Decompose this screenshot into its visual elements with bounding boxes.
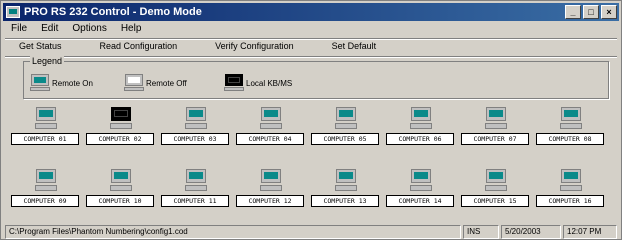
computer-icon[interactable] xyxy=(560,169,582,193)
computer-tile[interactable]: COMPUTER 08 xyxy=(536,105,604,153)
maximize-button[interactable]: □ xyxy=(583,5,599,19)
computer-icon[interactable] xyxy=(410,169,432,193)
computer-label: COMPUTER 03 xyxy=(161,133,229,145)
window-title: PRO RS 232 Control - Demo Mode xyxy=(24,6,202,18)
app-icon xyxy=(6,6,20,18)
computer-tile[interactable]: COMPUTER 09 xyxy=(11,167,79,215)
computer-label: COMPUTER 11 xyxy=(161,195,229,207)
status-time: 12:07 PM xyxy=(563,225,617,239)
menu-options[interactable]: Options xyxy=(72,23,106,37)
computer-tile[interactable]: COMPUTER 03 xyxy=(161,105,229,153)
legend-label: Remote On xyxy=(52,78,93,88)
close-button[interactable]: × xyxy=(601,5,617,19)
computer-tile[interactable]: COMPUTER 14 xyxy=(386,167,454,215)
computer-tile[interactable]: COMPUTER 07 xyxy=(461,105,529,153)
computer-label: COMPUTER 12 xyxy=(236,195,304,207)
legend-group: Legend Remote On Remote Off Local KB/MS xyxy=(23,56,609,99)
computer-icon[interactable] xyxy=(335,169,357,193)
computer-tile[interactable]: COMPUTER 13 xyxy=(311,167,379,215)
computer-tile[interactable]: COMPUTER 01 xyxy=(11,105,79,153)
legend-title: Legend xyxy=(30,56,65,66)
menu-bar: File Edit Options Help xyxy=(5,23,141,37)
computer-tile[interactable]: COMPUTER 10 xyxy=(86,167,154,215)
computer-label: COMPUTER 02 xyxy=(86,133,154,145)
computer-tile[interactable]: COMPUTER 04 xyxy=(236,105,304,153)
local-computer-icon xyxy=(224,74,244,92)
computer-label: COMPUTER 08 xyxy=(536,133,604,145)
computer-icon[interactable] xyxy=(185,169,207,193)
computer-tile[interactable]: COMPUTER 05 xyxy=(311,105,379,153)
computer-tile[interactable]: COMPUTER 06 xyxy=(386,105,454,153)
set-default-button[interactable]: Set Default xyxy=(332,41,377,57)
computer-icon[interactable] xyxy=(485,169,507,193)
computer-tile[interactable]: COMPUTER 11 xyxy=(161,167,229,215)
computer-icon[interactable] xyxy=(35,107,57,131)
toolbar-separator xyxy=(5,56,617,58)
main-window: PRO RS 232 Control - Demo Mode _ □ × Fil… xyxy=(0,0,622,240)
computer-tile[interactable]: COMPUTER 12 xyxy=(236,167,304,215)
computer-label: COMPUTER 09 xyxy=(11,195,79,207)
remote-on-computer-icon xyxy=(30,74,50,92)
status-bar: C:\Program Files\Phantom Numbering\confi… xyxy=(5,225,617,239)
legend-label: Remote Off xyxy=(146,78,187,88)
menu-help[interactable]: Help xyxy=(121,23,142,37)
computer-tile[interactable]: COMPUTER 16 xyxy=(536,167,604,215)
title-bar: PRO RS 232 Control - Demo Mode _ □ × xyxy=(3,3,619,21)
computer-label: COMPUTER 10 xyxy=(86,195,154,207)
legend-label: Local KB/MS xyxy=(246,78,293,88)
computer-icon[interactable] xyxy=(260,107,282,131)
computer-icon[interactable] xyxy=(185,107,207,131)
status-file-path: C:\Program Files\Phantom Numbering\confi… xyxy=(5,225,461,239)
remote-off-computer-icon xyxy=(124,74,144,92)
menu-separator xyxy=(5,38,617,40)
computer-icon[interactable] xyxy=(335,107,357,131)
computer-label: COMPUTER 01 xyxy=(11,133,79,145)
computer-label: COMPUTER 14 xyxy=(386,195,454,207)
computer-label: COMPUTER 06 xyxy=(386,133,454,145)
computer-grid: COMPUTER 01 COMPUTER 02 COMPUTER 03 COMPUTE… xyxy=(5,105,617,227)
computer-label: COMPUTER 07 xyxy=(461,133,529,145)
computer-icon[interactable] xyxy=(485,107,507,131)
toolbar: Get Status Read Configuration Verify Con… xyxy=(5,41,400,57)
computer-icon[interactable] xyxy=(35,169,57,193)
computer-icon[interactable] xyxy=(410,107,432,131)
computer-label: COMPUTER 05 xyxy=(311,133,379,145)
minimize-button[interactable]: _ xyxy=(565,5,581,19)
legend-item-remote-off: Remote Off xyxy=(124,74,187,92)
computer-tile[interactable]: COMPUTER 15 xyxy=(461,167,529,215)
computer-tile[interactable]: COMPUTER 02 xyxy=(86,105,154,153)
get-status-button[interactable]: Get Status xyxy=(19,41,62,57)
legend-item-remote-on: Remote On xyxy=(30,74,93,92)
computer-label: COMPUTER 15 xyxy=(461,195,529,207)
status-ins: INS xyxy=(463,225,499,239)
computer-icon[interactable] xyxy=(110,107,132,131)
computer-label: COMPUTER 13 xyxy=(311,195,379,207)
menu-edit[interactable]: Edit xyxy=(41,23,58,37)
computer-icon[interactable] xyxy=(110,169,132,193)
computer-icon[interactable] xyxy=(560,107,582,131)
computer-label: COMPUTER 04 xyxy=(236,133,304,145)
read-configuration-button[interactable]: Read Configuration xyxy=(100,41,178,57)
menu-file[interactable]: File xyxy=(11,23,27,37)
legend-item-local: Local KB/MS xyxy=(224,74,292,92)
status-date: 5/20/2003 xyxy=(501,225,561,239)
verify-configuration-button[interactable]: Verify Configuration xyxy=(215,41,294,57)
computer-label: COMPUTER 16 xyxy=(536,195,604,207)
computer-icon[interactable] xyxy=(260,169,282,193)
